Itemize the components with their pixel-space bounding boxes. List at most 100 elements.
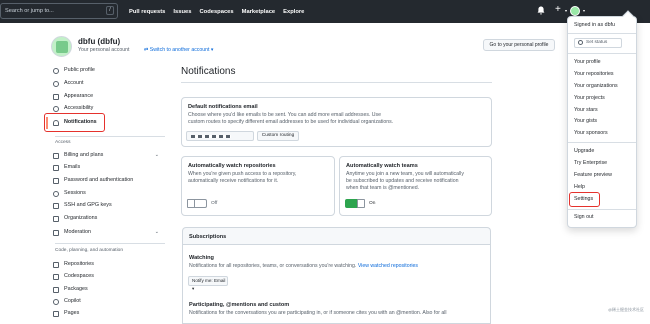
broadcast-icon <box>53 191 59 197</box>
sidebar-item-label: Repositories <box>64 261 94 267</box>
menu-your-organizations[interactable]: Your organizations <box>574 83 618 89</box>
sidebar-item-packages[interactable]: Packages <box>53 284 159 295</box>
toggle-knob <box>357 199 365 208</box>
sidebar-item-label: Packages <box>64 286 88 292</box>
nav-pull-requests[interactable]: Pull requests <box>129 9 165 15</box>
sidebar-item-public-profile[interactable]: Public profile <box>53 65 159 76</box>
search-input[interactable]: Search or jump to... / <box>0 3 118 19</box>
sidebar-item-organizations[interactable]: Organizations <box>53 213 159 224</box>
watch-repos-toggle[interactable] <box>187 199 207 208</box>
menu-sign-out[interactable]: Sign out <box>574 214 593 220</box>
chevron-down-icon: ⌄ <box>154 152 159 158</box>
key-icon <box>53 203 59 209</box>
report-icon <box>53 230 59 236</box>
title-divider <box>181 82 492 83</box>
sidebar-item-appearance[interactable]: Appearance <box>53 91 159 102</box>
menu-feature-preview[interactable]: Feature preview <box>574 172 612 178</box>
chevron-down-icon: ⌄ <box>154 229 159 235</box>
menu-divider <box>568 209 636 210</box>
watching-description: Notifications for all repositories, team… <box>189 263 357 269</box>
sidebar-item-emails[interactable]: Emails <box>53 162 159 173</box>
gear-icon <box>53 81 59 87</box>
watermark: @稀土掘金技术社区 <box>608 307 645 312</box>
global-header: Search or jump to... / Pull requests Iss… <box>0 0 650 23</box>
sidebar-item-label: Account <box>64 80 84 86</box>
search-placeholder: Search or jump to... <box>5 8 54 14</box>
accessibility-icon <box>53 106 59 112</box>
watch-repos-text-1: When you're given push access to a repos… <box>188 171 297 177</box>
menu-your-repositories[interactable]: Your repositories <box>574 71 614 77</box>
sidebar-item-ssh-gpg[interactable]: SSH and GPG keys <box>53 200 159 211</box>
avatar-caret-icon: ▾ <box>583 8 586 13</box>
menu-your-profile[interactable]: Your profile <box>574 59 601 65</box>
menu-try-enterprise[interactable]: Try Enterprise <box>574 160 607 166</box>
code-heading: Code, planning, and automation <box>55 248 124 253</box>
personal-profile-button[interactable]: Go to your personal profile <box>483 39 555 51</box>
switch-account-label: Switch to another account ▾ <box>149 47 214 53</box>
create-caret-icon: ▾ <box>565 8 568 13</box>
watch-repos-toggle-label: Off <box>211 201 218 206</box>
highlight-box-notifications <box>44 113 105 132</box>
menu-help[interactable]: Help <box>574 184 585 190</box>
page-title: Notifications <box>181 66 236 77</box>
sidebar-item-label: SSH and GPG keys <box>64 202 112 208</box>
sidebar-item-moderation[interactable]: Moderation ⌄ <box>53 227 159 238</box>
repo-icon <box>53 262 59 268</box>
sidebar-item-pages[interactable]: Pages <box>53 308 159 319</box>
user-avatar <box>51 36 72 57</box>
sidebar-item-label: Sessions <box>64 190 86 196</box>
sidebar-item-account[interactable]: Account <box>53 78 159 89</box>
sidebar-item-password[interactable]: Password and authentication <box>53 175 159 186</box>
codespaces-icon <box>53 274 59 280</box>
sidebar-item-label: Pages <box>64 310 80 316</box>
watch-teams-title: Automatically watch teams <box>346 163 418 169</box>
sidebar-item-copilot[interactable]: Copilot <box>53 296 159 307</box>
default-email-text-1: Choose where you'd like emails to be sen… <box>188 112 382 118</box>
redacted-email <box>191 135 231 138</box>
default-email-title: Default notifications email <box>188 104 258 110</box>
notify-me-dropdown[interactable]: Notify me: Email ▾ <box>188 276 228 291</box>
menu-your-projects[interactable]: Your projects <box>574 95 605 101</box>
paintbrush-icon <box>53 94 59 100</box>
subscriptions-title: Subscriptions <box>189 234 227 240</box>
sidebar-item-codespaces[interactable]: Codespaces <box>53 271 159 282</box>
shield-lock-icon <box>53 178 59 184</box>
nav-codespaces[interactable]: Codespaces <box>199 9 233 15</box>
watch-teams-toggle[interactable] <box>345 199 365 208</box>
menu-your-gists[interactable]: Your gists <box>574 118 597 124</box>
watch-teams-toggle-label: On <box>369 201 376 206</box>
view-watched-link[interactable]: View watched repositories <box>358 263 418 269</box>
watch-teams-text-1: Anytime you join a new team, you will au… <box>346 171 464 177</box>
copilot-icon <box>53 299 59 305</box>
mail-icon <box>53 165 59 171</box>
participating-title: Participating, @mentions and custom <box>189 302 290 308</box>
menu-your-stars[interactable]: Your stars <box>574 107 598 113</box>
sidebar-item-label: Public profile <box>64 67 95 73</box>
sidebar-item-label: Moderation <box>64 229 91 235</box>
sidebar-item-label: Emails <box>64 164 81 170</box>
custom-routing-button[interactable]: Custom routing <box>257 131 299 141</box>
nav-explore[interactable]: Explore <box>283 9 304 15</box>
menu-your-sponsors[interactable]: Your sponsors <box>574 130 608 136</box>
toggle-knob <box>187 199 195 208</box>
access-heading: Access <box>55 140 71 145</box>
menu-divider <box>568 53 636 54</box>
nav-issues[interactable]: Issues <box>173 9 191 15</box>
bell-icon[interactable] <box>537 6 545 15</box>
set-status-button[interactable]: Set status <box>574 38 622 48</box>
create-new-icon[interactable]: + <box>555 4 561 16</box>
browser-icon <box>53 311 59 317</box>
switch-account-link[interactable]: ⇄ Switch to another account ▾ <box>144 47 214 53</box>
sidebar-item-sessions[interactable]: Sessions <box>53 188 159 199</box>
sidebar-item-label: Accessibility <box>64 105 94 111</box>
default-email-text-2: custom routes to specify different email… <box>188 119 394 125</box>
nav-marketplace[interactable]: Marketplace <box>242 9 276 15</box>
sidebar-divider <box>55 136 165 137</box>
sidebar-item-label: Appearance <box>64 93 94 99</box>
watch-repos-title: Automatically watch repositories <box>188 163 276 169</box>
sidebar-item-billing[interactable]: Billing and plans ⌄ <box>53 150 159 161</box>
avatar[interactable] <box>570 6 580 16</box>
menu-upgrade[interactable]: Upgrade <box>574 148 594 154</box>
sidebar-item-repositories[interactable]: Repositories <box>53 259 159 270</box>
email-select[interactable] <box>186 131 254 141</box>
